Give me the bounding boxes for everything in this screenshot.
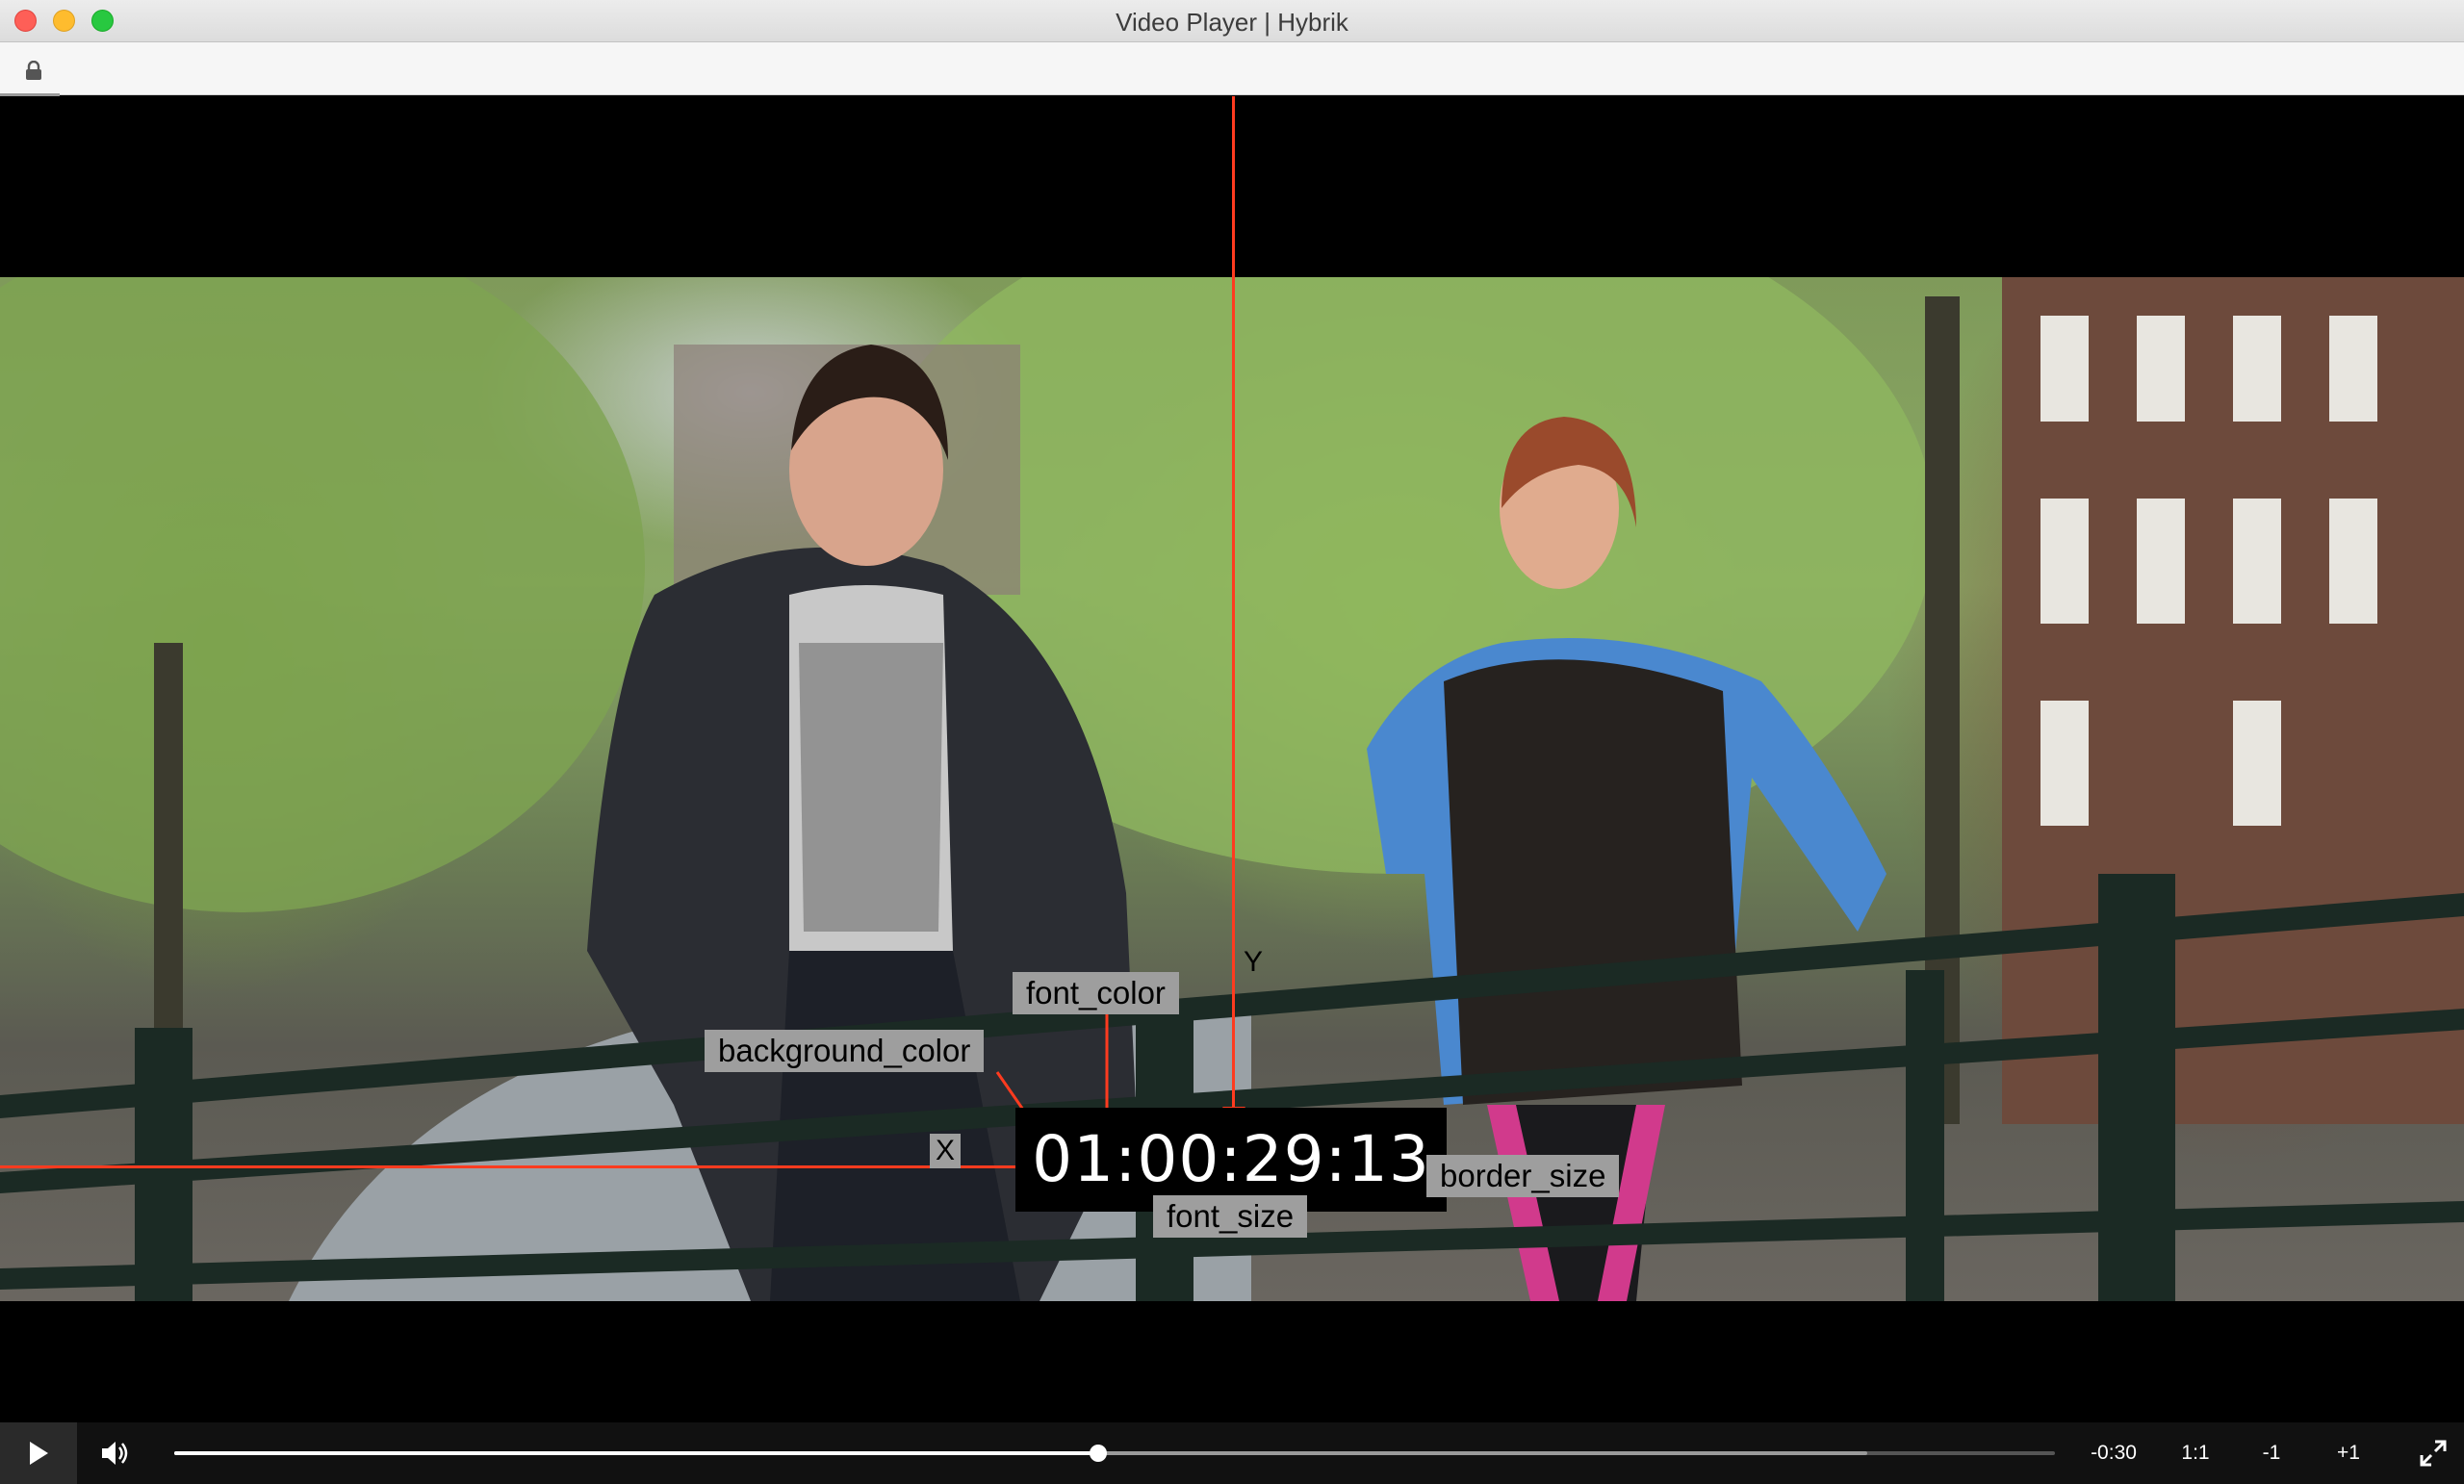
aspect-ratio-button[interactable]: 1:1 [2173, 1422, 2218, 1484]
address-bar [0, 42, 2464, 96]
seek-bar[interactable] [174, 1445, 2055, 1462]
label-border-size: border_size [1426, 1155, 1620, 1197]
step-forward-button[interactable]: +1 [2329, 1422, 2368, 1484]
fullscreen-button[interactable] [2414, 1422, 2452, 1484]
seek-handle[interactable] [1090, 1445, 1108, 1462]
window-title: Video Player | Hybrik [1116, 8, 1348, 37]
time-remaining: -0:30 [2091, 1442, 2137, 1464]
volume-button[interactable] [87, 1422, 144, 1484]
play-icon [30, 1442, 48, 1465]
window-titlebar: Video Player | Hybrik [0, 0, 2464, 42]
player-controls: -0:30 1:1 -1 +1 [0, 1422, 2464, 1484]
volume-icon [102, 1442, 128, 1465]
label-y: Y [1244, 946, 1264, 978]
play-button[interactable] [0, 1422, 77, 1484]
step-back-button[interactable]: -1 [2252, 1422, 2291, 1484]
label-background-color: background_color [705, 1030, 985, 1072]
video-stage[interactable]: 01:00:29:13 font_color background_color … [0, 96, 2464, 1422]
label-font-color: font_color [1013, 972, 1179, 1014]
fullscreen-icon [2420, 1440, 2447, 1467]
lock-icon [26, 61, 41, 80]
seek-bar-played [174, 1451, 1099, 1455]
label-x: X [930, 1134, 962, 1168]
label-font-size: font_size [1153, 1195, 1308, 1238]
